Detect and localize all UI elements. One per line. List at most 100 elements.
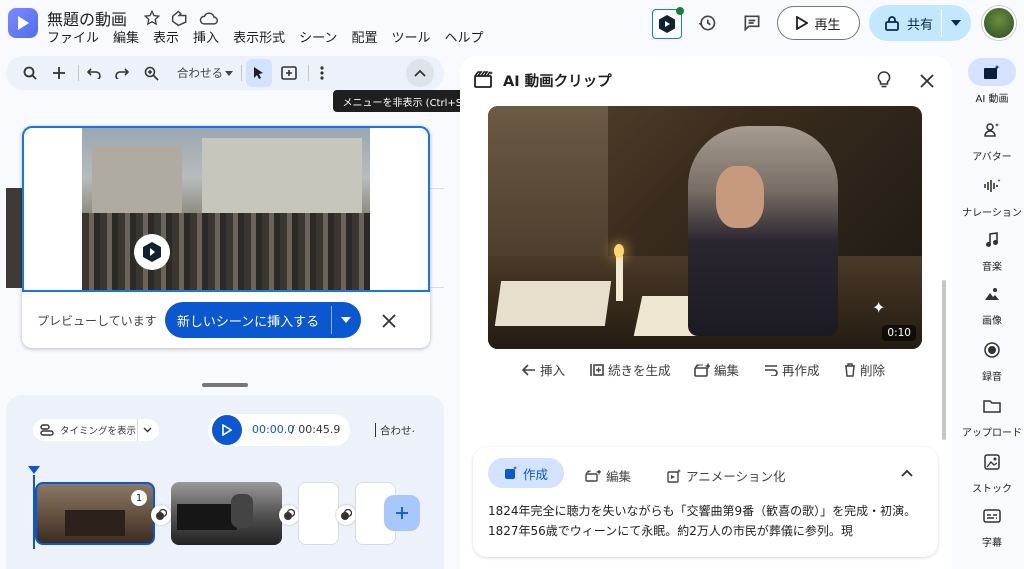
menu-help[interactable]: ヘルプ: [437, 31, 490, 47]
play-label: 再生: [814, 17, 841, 33]
edit-clip-label: 編集: [714, 363, 740, 378]
select-cursor-icon[interactable]: [246, 59, 272, 87]
rail-label: 録音: [982, 372, 1002, 383]
rail-ai-video[interactable]: AI 動画: [960, 58, 1024, 105]
resize-handle[interactable]: [202, 383, 248, 387]
transition-icon[interactable]: [151, 505, 171, 525]
ai-video-icon: [968, 58, 1016, 86]
edit-clip-icon: [694, 362, 710, 377]
prompt-text[interactable]: 1824年完全に聴力を失いながらも「交響曲第9番（歓喜の歌）」を完成・初演。18…: [488, 501, 918, 541]
search-icon[interactable]: [20, 56, 40, 90]
insert-scene-button[interactable]: 新しいシーンに挿入する: [165, 302, 361, 338]
history-icon[interactable]: [690, 6, 724, 40]
transition-icon[interactable]: [279, 505, 299, 525]
zoom-icon[interactable]: [141, 56, 161, 90]
rail-label: アバター: [972, 152, 1012, 163]
clip-duration: 0:10: [882, 325, 916, 341]
vids-extension-icon[interactable]: [652, 7, 684, 39]
cloud-saved-icon[interactable]: [199, 9, 219, 27]
rail-music[interactable]: 音楽: [960, 226, 1024, 273]
timing-toggle[interactable]: タイミングを表示: [33, 419, 159, 441]
menu-edit[interactable]: 編集: [106, 31, 146, 47]
scene-thumbnail[interactable]: [171, 482, 282, 545]
panel-scrollbar[interactable]: [942, 280, 946, 440]
rail-label: アップロード: [962, 428, 1022, 439]
sparkle-icon: ✦: [872, 298, 886, 317]
menu-tools[interactable]: ツール: [384, 31, 437, 47]
transition-icon[interactable]: [336, 505, 356, 525]
avatar[interactable]: [982, 6, 1016, 40]
record-icon: [968, 336, 1016, 364]
preview-status: プレビューしています: [37, 314, 157, 328]
rail-record[interactable]: 録音: [960, 336, 1024, 383]
recreate-clip-button[interactable]: 再作成: [764, 360, 820, 379]
image-icon: [968, 280, 1016, 308]
menu-file[interactable]: ファイル: [47, 31, 106, 47]
lightbulb-icon[interactable]: [874, 70, 894, 90]
prompt-card: 作成 編集 アニメーション化 1824年完全に聴力を失いながらも「交響曲第9番（…: [473, 447, 938, 557]
chevron-down-icon: [143, 427, 152, 433]
share-button[interactable]: 共有: [869, 5, 971, 41]
total-time: / 00:45.9: [291, 423, 341, 436]
extend-clip-button[interactable]: 続きを生成: [590, 360, 671, 379]
menu-view[interactable]: 表示: [146, 31, 186, 47]
zoom-fit-select[interactable]: 合わせる: [170, 56, 230, 90]
avatar-person-icon: [968, 116, 1016, 144]
rail-label: ストック: [972, 484, 1012, 495]
create-icon: [504, 466, 517, 479]
recreate-icon: [765, 364, 778, 376]
text-box-icon[interactable]: [278, 56, 300, 90]
tab-animate[interactable]: アニメーション化: [667, 466, 786, 485]
chevron-down-icon[interactable]: [224, 56, 234, 90]
preview-frame[interactable]: [22, 126, 430, 292]
rail-narration[interactable]: ナレーション: [960, 172, 1024, 219]
waveform-icon: [968, 172, 1016, 200]
playhead-icon[interactable]: [28, 466, 40, 475]
scene-preview-image: [82, 128, 370, 290]
document-title[interactable]: 無題の動画: [47, 6, 127, 30]
rail-avatar[interactable]: アバター: [960, 116, 1024, 163]
rail-stock[interactable]: ストック: [960, 448, 1024, 495]
tab-create[interactable]: 作成: [488, 458, 564, 488]
scene-thumbnail[interactable]: [298, 482, 339, 545]
menu-arrange[interactable]: 配置: [344, 31, 384, 47]
playback-control: 00:00.0 / 00:45.9: [208, 414, 350, 446]
chevron-down-icon[interactable]: [341, 317, 351, 323]
close-icon[interactable]: [378, 310, 400, 332]
timing-icon: [40, 424, 54, 436]
collapse-menu-button[interactable]: [406, 59, 434, 87]
tab-edit[interactable]: 編集: [585, 466, 631, 485]
menu-bar: ファイル 編集 表示 挿入 表示形式 シーン 配置 ツール ヘルプ: [47, 31, 490, 47]
extend-icon: [590, 363, 604, 376]
add-icon[interactable]: [49, 56, 69, 90]
add-scene-button[interactable]: [384, 495, 420, 531]
star-icon[interactable]: [143, 9, 161, 27]
insert-clip-button[interactable]: 挿入: [522, 360, 565, 379]
scene-thumbnail[interactable]: 1: [35, 482, 155, 545]
rail-image[interactable]: 画像: [960, 280, 1024, 327]
edit-clip-button[interactable]: 編集: [694, 360, 739, 379]
more-vert-icon[interactable]: [314, 56, 330, 90]
rail-upload[interactable]: アップロード: [960, 392, 1024, 439]
chevron-up-icon[interactable]: [901, 469, 913, 477]
rail-label: AI 動画: [975, 94, 1009, 105]
close-panel-icon[interactable]: [916, 70, 938, 92]
delete-clip-button[interactable]: 削除: [844, 360, 885, 379]
menu-format[interactable]: 表示形式: [226, 31, 292, 47]
move-folder-icon[interactable]: [170, 9, 190, 27]
comment-icon[interactable]: [735, 6, 769, 40]
app-logo[interactable]: [8, 8, 38, 38]
redo-icon[interactable]: [112, 56, 132, 90]
rail-captions[interactable]: 字幕: [960, 502, 1024, 549]
undo-icon[interactable]: [84, 56, 104, 90]
timing-label: タイミングを表示: [60, 426, 137, 437]
menu-insert[interactable]: 挿入: [186, 31, 226, 47]
chevron-down-icon: [951, 20, 961, 26]
ai-video-clip-image[interactable]: ✦ 0:10: [488, 106, 922, 349]
play-button[interactable]: 再生: [777, 6, 860, 40]
rail-label: 画像: [982, 316, 1002, 327]
timeline-play-button[interactable]: [212, 415, 242, 445]
ai-video-clip-icon: [474, 70, 494, 88]
timeline-zoom-fit[interactable]: 合わせる: [380, 423, 414, 438]
menu-scene[interactable]: シーン: [292, 31, 344, 47]
